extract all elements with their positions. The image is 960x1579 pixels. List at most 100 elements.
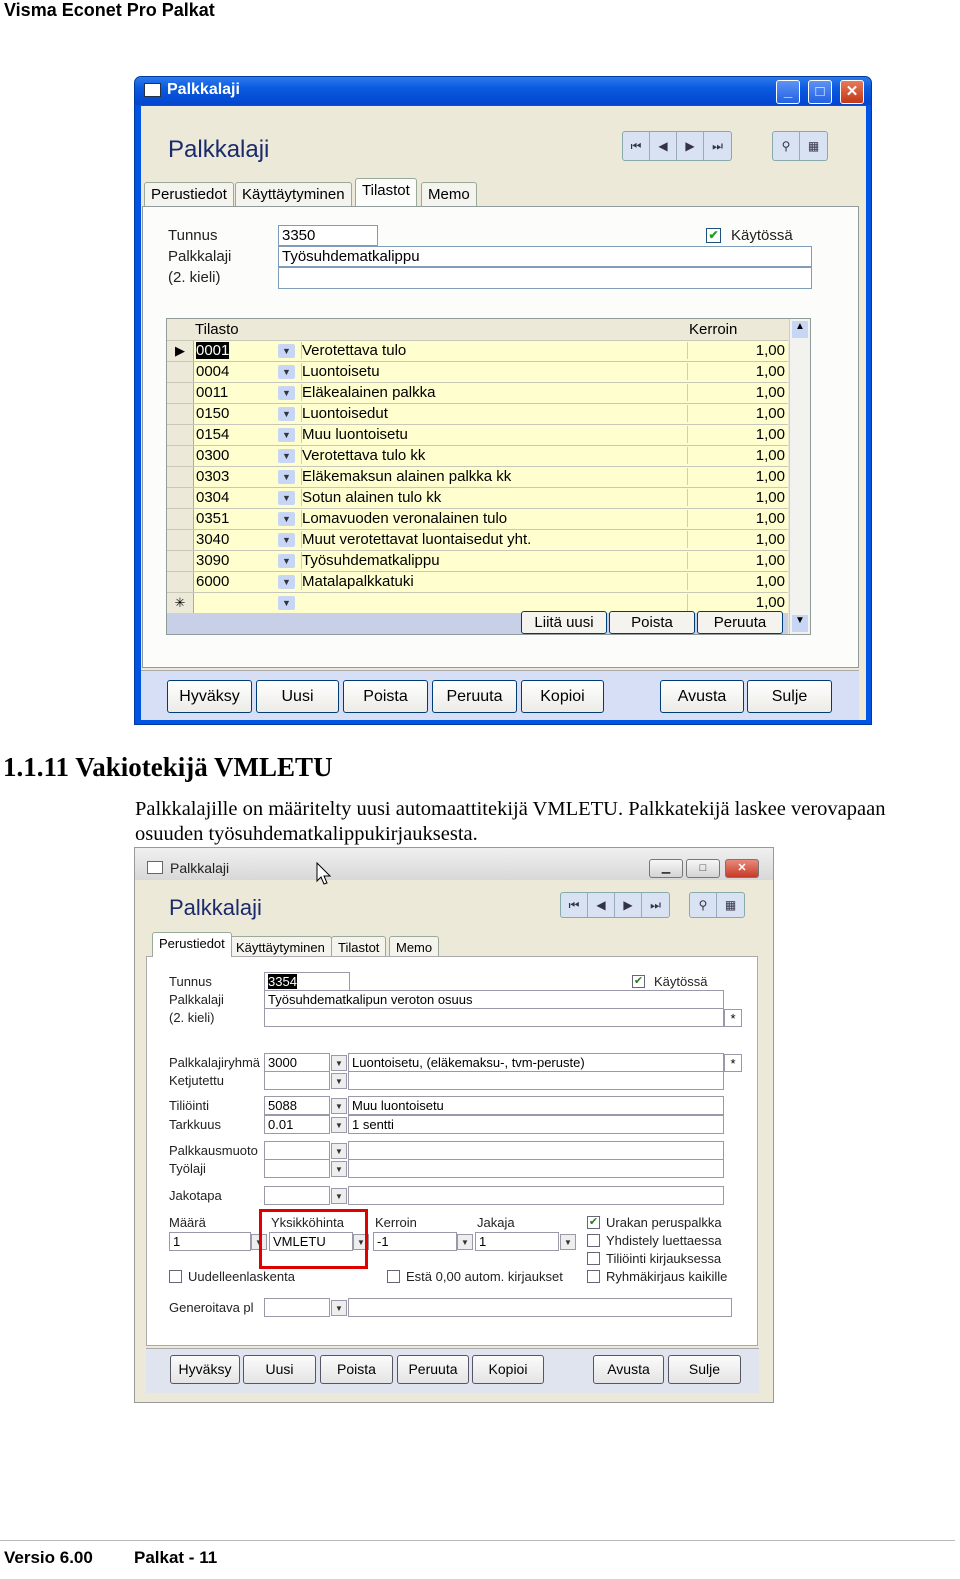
hyvaksy-button[interactable]: Hyväksy <box>167 680 252 713</box>
dropdown-icon[interactable]: ▼ <box>278 449 295 463</box>
kopioi-button[interactable]: Kopioi <box>472 1355 544 1384</box>
row-selector[interactable] <box>167 446 194 466</box>
table-row[interactable]: 0351 ▼ Lomavuoden veronalainen tulo 1,00 <box>167 508 788 529</box>
first-record-icon[interactable]: ⏮ <box>561 893 588 917</box>
last-record-icon[interactable]: ⏭ <box>704 132 731 160</box>
prev-record-icon[interactable]: ◀ <box>588 893 615 917</box>
dropdown-icon[interactable]: ▼ <box>278 491 295 505</box>
peruuta-button[interactable]: Peruuta <box>432 680 517 713</box>
kieli-star-button[interactable]: * <box>724 1009 742 1027</box>
sulje-button[interactable]: Sulje <box>747 680 832 713</box>
tab-perustiedot[interactable]: Perustiedot <box>144 182 234 206</box>
kerroin-field[interactable]: -1 <box>373 1232 457 1251</box>
kieli-field[interactable] <box>278 267 812 289</box>
row-kerroin[interactable]: 1,00 <box>687 426 785 443</box>
tab-tilastot[interactable]: Tilastot <box>331 936 387 957</box>
row-selector[interactable] <box>167 551 194 571</box>
row-kerroin[interactable]: 1,00 <box>687 531 785 548</box>
dropdown-icon[interactable]: ▼ <box>278 533 295 547</box>
kaytossa-checkbox[interactable]: ✔ <box>632 975 645 988</box>
dropdown-icon[interactable]: ▼ <box>278 386 295 400</box>
liita-uusi-button[interactable]: Liitä uusi <box>521 611 607 634</box>
row-selector[interactable] <box>167 509 194 529</box>
maximize-button[interactable]: □ <box>686 859 720 878</box>
row-code[interactable]: 0304 <box>196 489 229 506</box>
row-code[interactable]: 0351 <box>196 510 229 527</box>
ryhma-star-button[interactable]: * <box>724 1054 742 1072</box>
avusta-button[interactable]: Avusta <box>660 680 744 713</box>
tyolaji-field[interactable] <box>264 1159 330 1178</box>
grid-scrollbar[interactable]: ▲ ▼ <box>789 319 810 634</box>
generoitava-field[interactable] <box>264 1298 330 1317</box>
next-record-icon[interactable]: ▶ <box>677 132 704 160</box>
row-kerroin[interactable]: 1,00 <box>687 510 785 527</box>
row-selector[interactable] <box>167 404 194 424</box>
row-code[interactable]: 3040 <box>196 531 229 548</box>
dropdown-icon[interactable]: ▼ <box>331 1073 347 1089</box>
table-row[interactable]: 0011 ▼ Eläkealainen palkka 1,00 <box>167 382 788 403</box>
urakan-checkbox[interactable]: ✔ <box>587 1216 600 1229</box>
table-row[interactable]: 0154 ▼ Muu luontoisetu 1,00 <box>167 424 788 445</box>
row-code[interactable]: 6000 <box>196 573 229 590</box>
row-code[interactable]: 0154 <box>196 426 229 443</box>
tunnus-field[interactable]: 3354 <box>264 972 350 991</box>
tiliointi-code[interactable]: 5088 <box>264 1096 330 1115</box>
dropdown-icon[interactable]: ▼ <box>331 1117 347 1133</box>
dropdown-icon[interactable]: ▼ <box>331 1055 347 1071</box>
dropdown-icon[interactable]: ▼ <box>278 575 295 589</box>
tab-tilastot[interactable]: Tilastot <box>355 178 417 206</box>
grid-view-icon[interactable]: ▦ <box>717 893 744 917</box>
minimize-button[interactable]: ▁ <box>649 859 683 878</box>
row-kerroin[interactable]: 1,00 <box>687 594 785 611</box>
jakaja-field[interactable]: 1 <box>475 1232 559 1251</box>
row-kerroin[interactable]: 1,00 <box>687 405 785 422</box>
row-selector[interactable] <box>167 530 194 550</box>
maximize-button[interactable]: □ <box>808 80 832 104</box>
tab-memo[interactable]: Memo <box>389 936 440 957</box>
avusta-button[interactable]: Avusta <box>593 1355 664 1384</box>
row-selector[interactable] <box>167 572 194 592</box>
dropdown-icon[interactable]: ▼ <box>560 1234 576 1250</box>
table-row[interactable]: 6000 ▼ Matalapalkkatuki 1,00 <box>167 571 788 592</box>
jakotapa-field[interactable] <box>264 1186 330 1205</box>
table-row[interactable]: 0150 ▼ Luontoisedut 1,00 <box>167 403 788 424</box>
ryhmakirjaus-checkbox[interactable] <box>587 1270 600 1283</box>
kopioi-button[interactable]: Kopioi <box>521 680 604 713</box>
row-code[interactable]: 3090 <box>196 552 229 569</box>
table-row[interactable]: 0300 ▼ Verotettava tulo kk 1,00 <box>167 445 788 466</box>
kaytossa-checkbox[interactable]: ✔ <box>706 228 721 243</box>
grid-peruuta-button[interactable]: Peruuta <box>697 611 783 634</box>
row-code[interactable]: 0011 <box>196 384 228 401</box>
dropdown-icon[interactable]: ▼ <box>278 428 295 442</box>
dropdown-icon[interactable]: ▼ <box>278 596 295 610</box>
minimize-button[interactable]: _ <box>776 80 800 104</box>
dropdown-icon[interactable]: ▼ <box>278 407 295 421</box>
tab-memo[interactable]: Memo <box>421 182 477 206</box>
dropdown-icon[interactable]: ▼ <box>278 554 295 568</box>
prev-record-icon[interactable]: ◀ <box>650 132 677 160</box>
row-kerroin[interactable]: 1,00 <box>687 552 785 569</box>
dropdown-icon[interactable]: ▼ <box>331 1161 347 1177</box>
tab-kayttaytyminen[interactable]: Käyttäytyminen <box>235 182 352 206</box>
row-code[interactable]: 0300 <box>196 447 229 464</box>
scroll-up-icon[interactable]: ▲ <box>792 321 808 338</box>
dropdown-icon[interactable]: ▼ <box>278 512 295 526</box>
row-code[interactable]: 0150 <box>196 405 229 422</box>
scroll-down-icon[interactable]: ▼ <box>792 615 808 632</box>
palkkalajiryhma-code[interactable]: 3000 <box>264 1053 330 1072</box>
tarkkuus-code[interactable]: 0.01 <box>264 1115 330 1134</box>
row-kerroin[interactable]: 1,00 <box>687 573 785 590</box>
tiliointi-kirjauksessa-checkbox[interactable] <box>587 1252 600 1265</box>
dropdown-icon[interactable]: ▼ <box>331 1143 347 1159</box>
maara-field[interactable]: 1 <box>169 1232 251 1251</box>
hyvaksy-button[interactable]: Hyväksy <box>170 1355 240 1384</box>
row-kerroin[interactable]: 1,00 <box>687 489 785 506</box>
palkkausmuoto-field[interactable] <box>264 1141 330 1160</box>
close-button[interactable]: ✕ <box>840 80 864 104</box>
peruuta-button[interactable]: Peruuta <box>397 1355 469 1384</box>
poista-button[interactable]: Poista <box>343 680 428 713</box>
row-kerroin[interactable]: 1,00 <box>687 447 785 464</box>
dropdown-icon[interactable]: ▼ <box>331 1300 347 1316</box>
kieli-field[interactable] <box>264 1008 724 1027</box>
dropdown-icon[interactable]: ▼ <box>457 1234 473 1250</box>
